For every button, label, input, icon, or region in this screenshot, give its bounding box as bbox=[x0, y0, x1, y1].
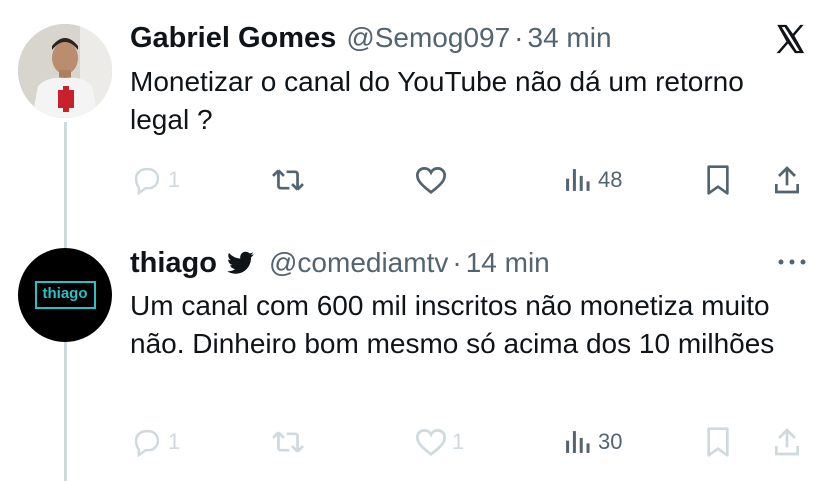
tweet-thiago[interactable]: thiago thiago @comediamtv · 14 min Um ca… bbox=[0, 218, 828, 481]
share-button[interactable] bbox=[772, 160, 802, 200]
reply-button[interactable]: 1 bbox=[130, 160, 180, 200]
share-icon bbox=[775, 428, 799, 456]
like-button[interactable] bbox=[414, 160, 448, 200]
reply-count: 1 bbox=[168, 167, 181, 192]
bookmark-button[interactable] bbox=[704, 422, 732, 462]
retweet-button[interactable] bbox=[270, 160, 306, 200]
bookmark-icon bbox=[707, 165, 729, 195]
tweet-header: Gabriel Gomes @Semog097 · 34 min bbox=[130, 22, 612, 55]
author-name[interactable]: Gabriel Gomes bbox=[130, 22, 336, 55]
more-icon[interactable] bbox=[776, 256, 808, 268]
bookmark-icon bbox=[707, 427, 729, 457]
retweet-icon bbox=[272, 431, 304, 453]
avatar[interactable] bbox=[18, 24, 112, 118]
reply-icon bbox=[134, 429, 160, 457]
avatar-logo: thiago bbox=[34, 281, 96, 309]
separator-dot: · bbox=[514, 22, 524, 53]
reply-icon bbox=[134, 167, 160, 195]
share-icon bbox=[775, 166, 799, 194]
views-icon bbox=[566, 431, 590, 453]
separator-dot: · bbox=[452, 247, 462, 278]
timestamp[interactable]: 14 min bbox=[466, 247, 550, 279]
views-count: 30 bbox=[598, 429, 623, 454]
x-logo-icon[interactable] bbox=[772, 22, 808, 56]
author-handle[interactable]: @Semog097 bbox=[346, 22, 510, 54]
avatar[interactable]: thiago bbox=[18, 248, 112, 342]
retweet-icon bbox=[272, 169, 304, 191]
like-icon bbox=[415, 167, 447, 194]
share-button[interactable] bbox=[772, 422, 802, 462]
tweet-gabriel[interactable]: Gabriel Gomes @Semog097 · 34 min Monetiz… bbox=[0, 0, 828, 218]
reply-button[interactable]: 1 bbox=[130, 422, 180, 462]
like-button[interactable]: 1 bbox=[414, 422, 464, 462]
views-button[interactable]: 30 bbox=[562, 422, 622, 462]
tweet-header: thiago @comediamtv · 14 min bbox=[130, 247, 550, 280]
views-icon bbox=[566, 169, 590, 191]
tweet-text: Um canal com 600 mil inscritos não monet… bbox=[130, 290, 775, 359]
bookmark-button[interactable] bbox=[704, 160, 732, 200]
reply-count: 1 bbox=[168, 429, 181, 454]
like-count: 1 bbox=[452, 429, 465, 454]
views-button[interactable]: 48 bbox=[562, 160, 622, 200]
views-count: 48 bbox=[598, 167, 623, 192]
like-icon bbox=[415, 429, 447, 456]
avatar-photo bbox=[18, 24, 112, 118]
timestamp[interactable]: 34 min bbox=[528, 22, 612, 54]
action-bar: 1 1 30 bbox=[130, 422, 810, 462]
author-name[interactable]: thiago bbox=[130, 247, 217, 280]
tweet-text: Monetizar o canal do YouTube não dá um r… bbox=[130, 66, 744, 135]
retweet-button[interactable] bbox=[270, 422, 306, 462]
action-bar: 1 48 bbox=[130, 160, 810, 200]
author-handle[interactable]: @comediamtv bbox=[269, 247, 448, 279]
bird-icon bbox=[227, 251, 254, 274]
